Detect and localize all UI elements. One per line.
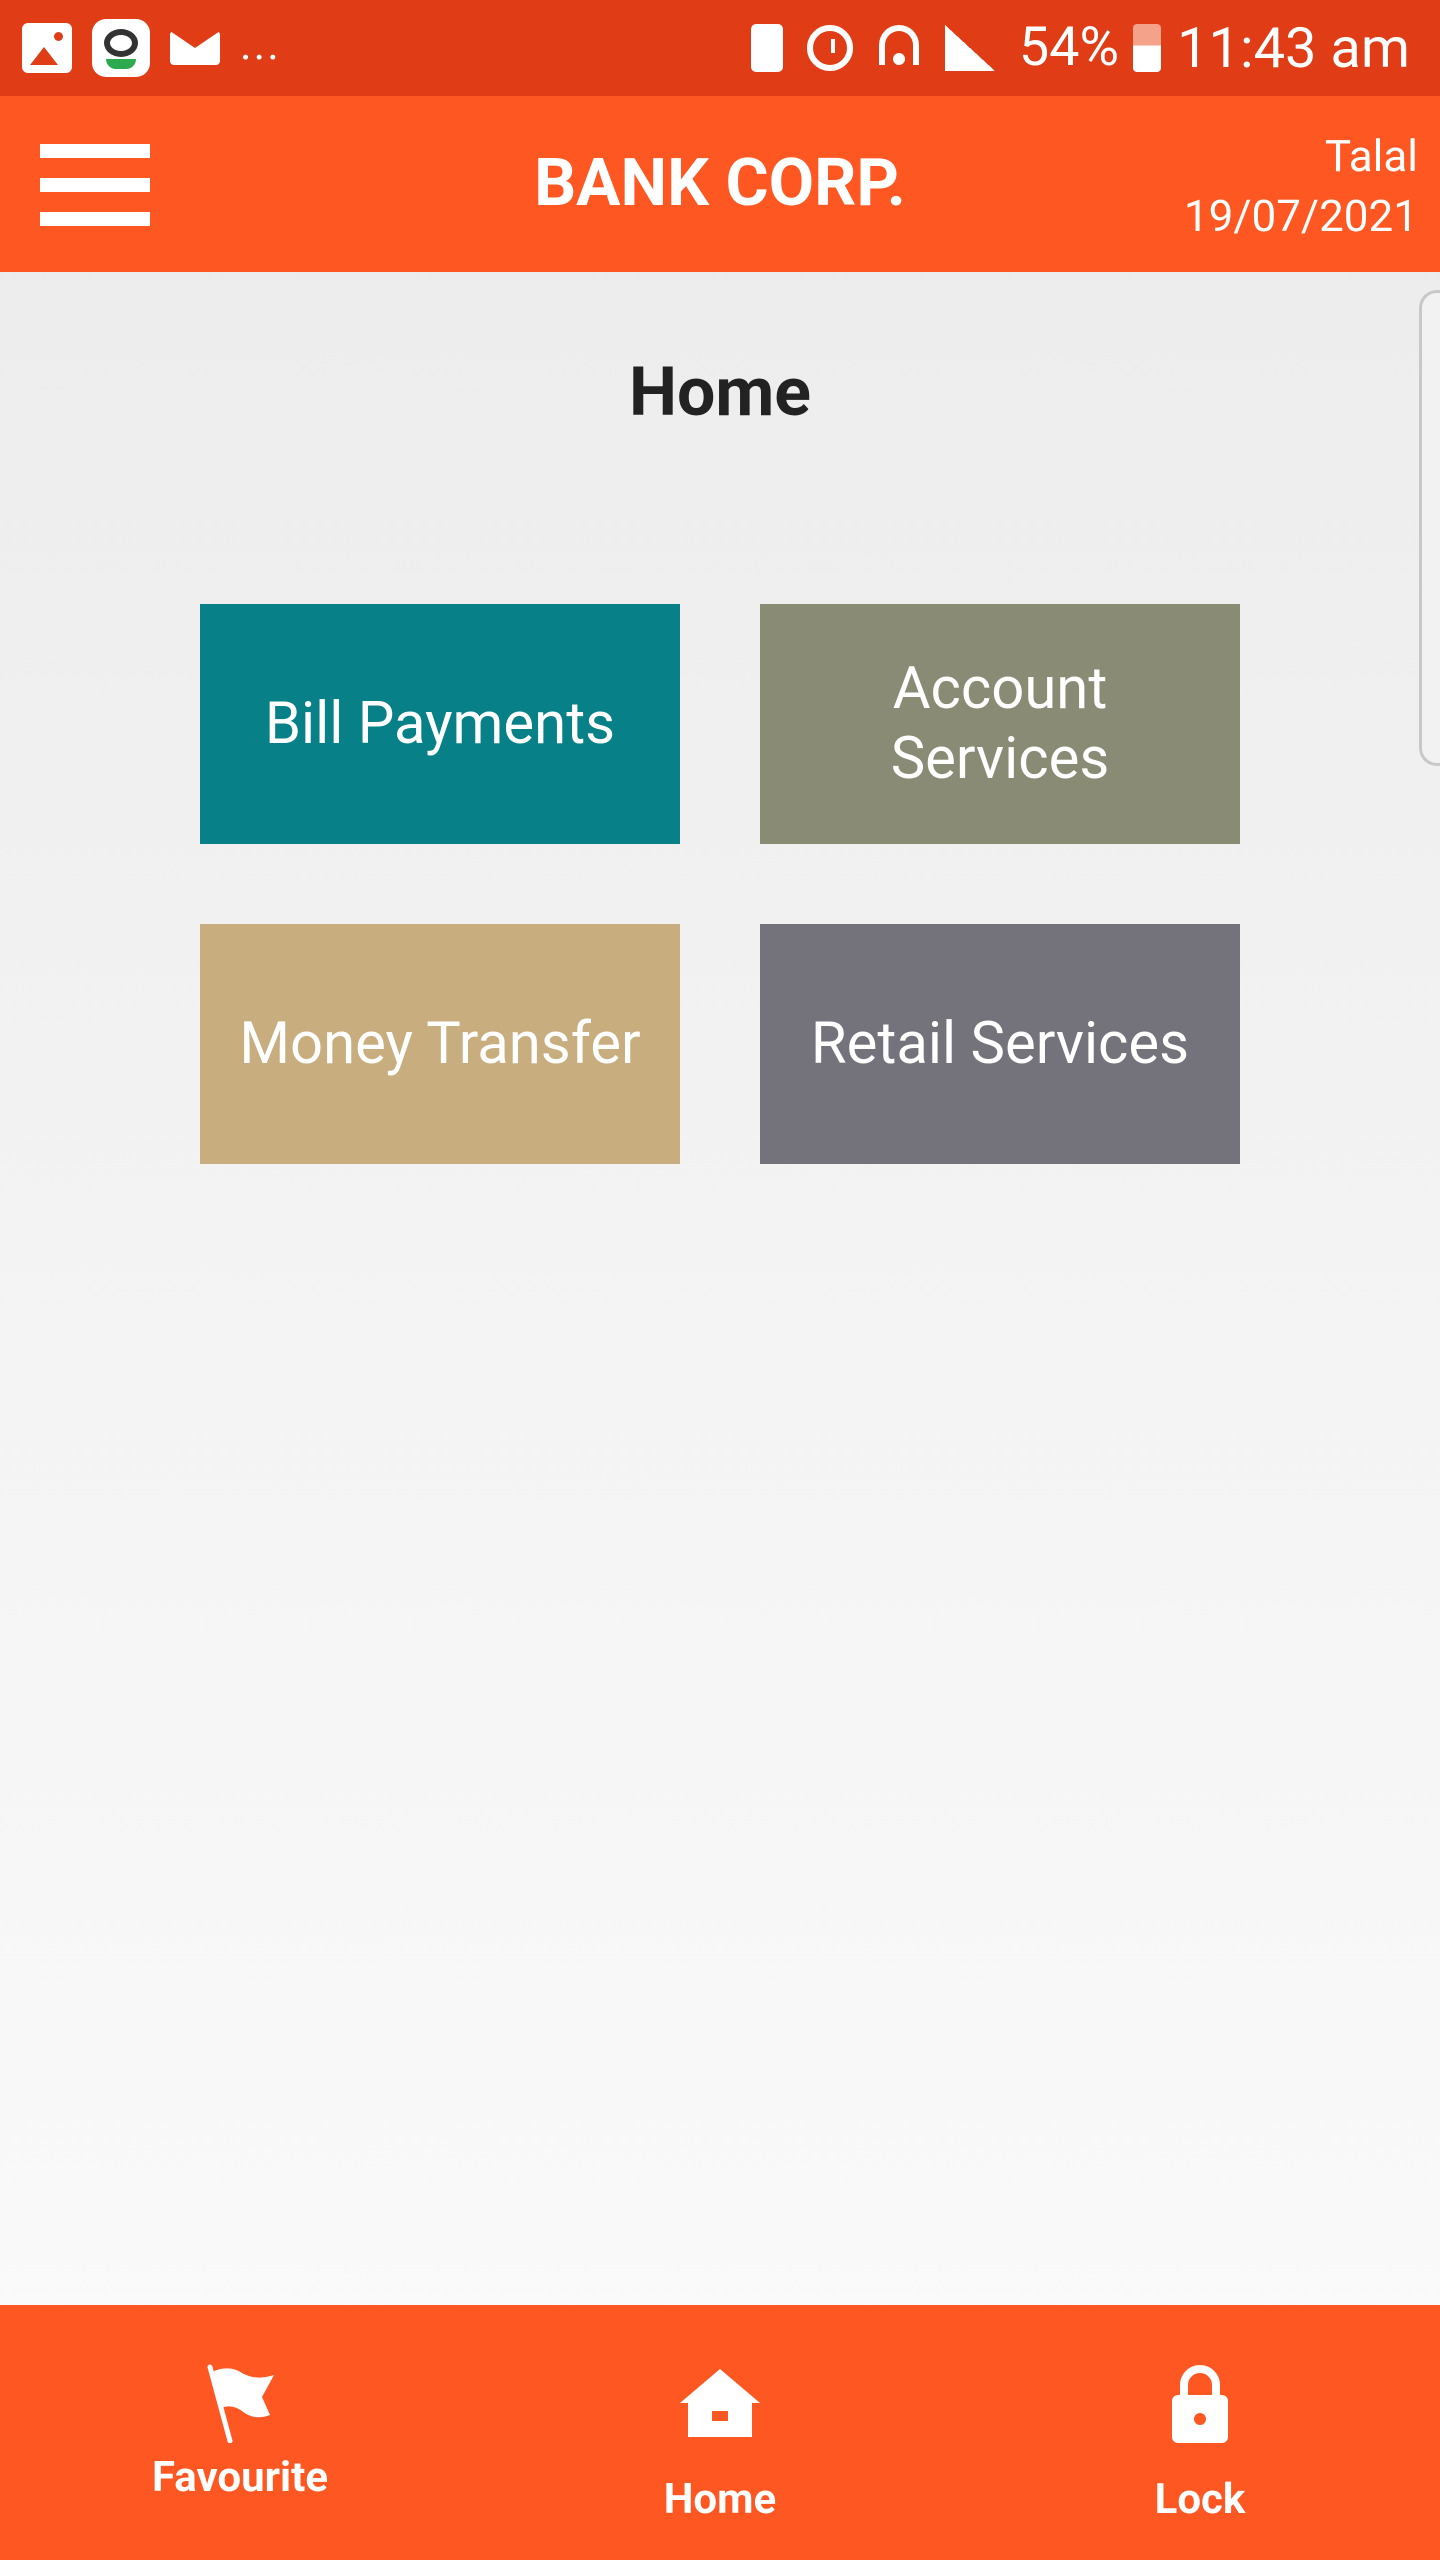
app-icon [92,19,150,77]
more-notifications-indicator: ... [240,18,281,70]
nav-home[interactable]: Home [570,2305,870,2560]
notification-icons: ... [22,18,281,77]
wifi-icon [877,21,921,75]
battery-icon [1133,24,1162,72]
bill-payments-tile[interactable]: Bill Payments [200,604,680,844]
user-name: Talal [1324,130,1418,182]
page-title: Home [628,352,812,432]
app-header: BANK CORP. Talal 19/07/2021 [0,96,1440,272]
nav-lock[interactable]: Lock [1050,2305,1350,2560]
battery-saver-icon [750,24,783,72]
side-drawer-handle[interactable] [1419,290,1440,766]
lock-icon [1172,2365,1228,2443]
retail-services-tile[interactable]: Retail Services [760,924,1240,1164]
nav-favourite[interactable]: Favourite [90,2305,390,2560]
clock: 11:43 am [1177,15,1410,81]
system-icons: 54% 11:43 am [750,14,1410,82]
signal-icon [944,25,995,71]
status-bar: ... 54% 11:43 am [0,0,1440,96]
account-services-tile[interactable]: Account Services [760,604,1240,844]
gallery-icon [22,23,72,73]
tile-label: Account Services [890,655,1110,793]
bottom-nav: Favourite Home Lock [0,2305,1440,2560]
nav-label: Lock [1154,2475,1246,2524]
flag-icon [207,2364,274,2443]
mail-icon [170,31,220,65]
tile-label: Bill Payments [264,690,616,758]
tile-label: Retail Services [810,1010,1190,1078]
tile-label: Money Transfer [239,1010,641,1078]
alarm-icon [806,25,853,71]
hamburger-menu-icon[interactable] [40,144,150,226]
nav-label: Favourite [151,2453,329,2502]
user-info: Talal 19/07/2021 [1184,126,1418,246]
battery-percentage: 54% [1018,16,1120,79]
house-icon [680,2369,760,2437]
money-transfer-tile[interactable]: Money Transfer [200,924,680,1164]
login-date: 19/07/2021 [1183,190,1418,242]
nav-label: Home [663,2475,777,2524]
